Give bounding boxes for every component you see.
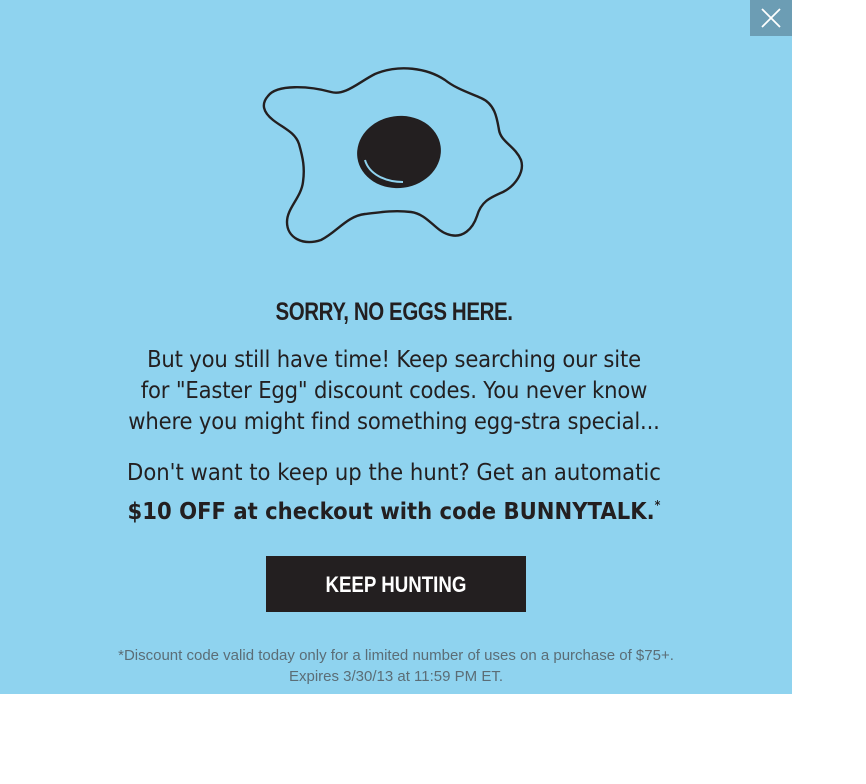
keep-hunting-label: KEEP HUNTING [325, 572, 467, 597]
body-line-2: for "Easter Egg" discount codes. You nev… [140, 378, 648, 404]
body-line-3: where you might find something egg-stra … [128, 409, 660, 435]
close-icon [761, 8, 781, 28]
disclaimer-line-1: *Discount code valid today only for a li… [118, 647, 674, 664]
promo-line-1: Don't want to keep up the hunt? Get an a… [127, 460, 661, 486]
body-line-1: But you still have time! Keep searching … [147, 347, 641, 373]
easter-egg-modal: SORRY, NO EGGS HERE. But you still have … [0, 0, 792, 694]
disclaimer-line-2: Expires 3/30/13 at 11:59 PM ET. [288, 668, 503, 685]
promo-code-text: $10 OFF at checkout with code BUNNYTALK. [127, 499, 655, 525]
close-button[interactable] [750, 0, 792, 36]
promo-message: Don't want to keep up the hunt? Get an a… [68, 457, 719, 528]
modal-title: SORRY, NO EGGS HERE. [275, 298, 513, 326]
promo-line-2: $10 OFF at checkout with code BUNNYTALK.… [68, 489, 719, 528]
keep-hunting-button[interactable]: KEEP HUNTING [266, 556, 526, 612]
disclaimer: *Discount code valid today only for a li… [0, 645, 792, 687]
body-message: But you still have time! Keep searching … [68, 345, 719, 438]
footnote-mark: * [654, 498, 661, 512]
fried-egg-icon [262, 67, 524, 244]
